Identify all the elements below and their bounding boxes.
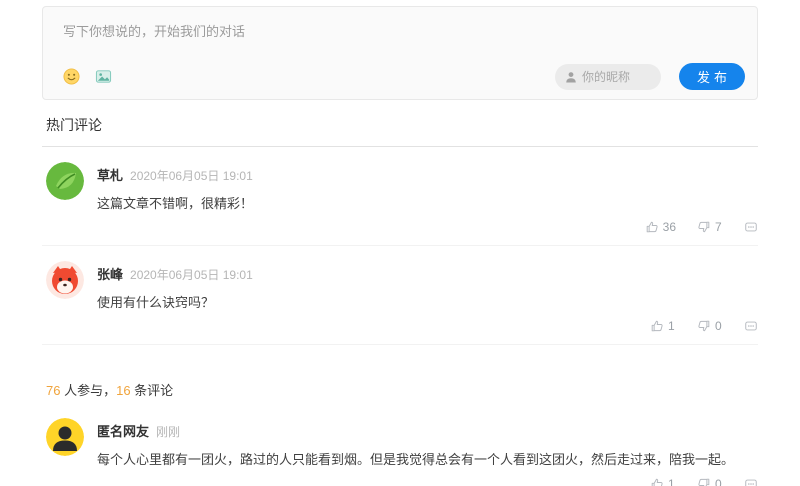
- comment-timestamp: 2020年06月05日 19:01: [130, 268, 253, 283]
- like-button[interactable]: 1: [650, 477, 676, 486]
- comment-timestamp: 2020年06月05日 19:01: [130, 169, 253, 183]
- editor-toolbar: 发布: [63, 63, 745, 90]
- comment-actions: 36 7: [97, 217, 758, 237]
- thumbs-down-icon: [698, 221, 710, 233]
- comment-timestamp: 刚刚: [156, 425, 181, 440]
- dislike-button[interactable]: 0: [697, 477, 723, 486]
- like-button[interactable]: 36: [645, 220, 676, 234]
- participants-count: 76: [46, 383, 61, 399]
- comment-item: 匿名网友 刚刚 每个人心里都有一团火，路过的人只能看到烟。但是我觉得总会有一个人…: [42, 403, 758, 486]
- dislike-count: 0: [715, 476, 722, 486]
- comments-count: 16: [116, 383, 131, 399]
- reply-button[interactable]: [744, 220, 758, 234]
- comment-text: 每个人心里都有一团火，路过的人只能看到烟。但是我觉得总会有一个人看到这团火，然后…: [97, 452, 735, 468]
- person-icon: [566, 71, 576, 82]
- dislike-count: 0: [715, 319, 722, 334]
- avatar-anonymous: [46, 418, 84, 457]
- image-icon[interactable]: [95, 68, 112, 85]
- comment-bubble-icon: [745, 321, 757, 331]
- comment-bubble-icon: [745, 479, 757, 486]
- comments-count-label: 条评论: [130, 383, 174, 399]
- hot-comments-title: 热门评论: [42, 115, 758, 147]
- comment-actions: 1 0: [97, 316, 758, 336]
- comment-input[interactable]: [63, 21, 739, 61]
- like-count: 1: [668, 319, 675, 334]
- comment-text: 使用有什么诀窍吗？: [97, 295, 215, 311]
- comment-actions: 1 0: [97, 474, 758, 486]
- thumbs-down-icon: [698, 478, 710, 486]
- reply-button[interactable]: [744, 477, 758, 486]
- thumbs-down-icon: [698, 321, 710, 332]
- nickname-field: [555, 63, 661, 90]
- comment-stats: 76 人参与，16 条评论: [46, 380, 758, 399]
- avatar-red-fox: [46, 261, 84, 300]
- dislike-button[interactable]: 0: [697, 319, 723, 333]
- emoji-smiley-icon[interactable]: [63, 68, 80, 85]
- comment-item: 张峰 2020年06月05日 19:01 使用有什么诀窍吗？ 1 0: [42, 246, 758, 346]
- comment-author: 张峰: [97, 267, 124, 283]
- dislike-button[interactable]: 7: [697, 220, 723, 234]
- comment-item: 草札 2020年06月05日 19:01 这篇文章不错啊，很精彩！ 36 7: [42, 147, 758, 247]
- thumbs-up-icon: [651, 478, 663, 486]
- comment-text: 这篇文章不错啊，很精彩！: [97, 196, 254, 211]
- comment-author: 匿名网友: [97, 424, 150, 440]
- avatar-green-leaf: [46, 162, 84, 200]
- comment-bubble-icon: [745, 222, 757, 232]
- like-count: 1: [668, 476, 675, 486]
- publish-button[interactable]: 发布: [679, 63, 745, 90]
- nickname-input[interactable]: [582, 69, 651, 84]
- comment-widget: 发布 热门评论 草札 2020年06月05日 19:01 这篇文章不错啊，很精彩…: [42, 0, 758, 486]
- like-button[interactable]: 1: [650, 319, 676, 333]
- comment-editor: 发布: [42, 6, 758, 100]
- like-count: 36: [662, 220, 676, 235]
- reply-button[interactable]: [744, 319, 758, 333]
- comment-body: 张峰 2020年06月05日 19:01 使用有什么诀窍吗？ 1 0: [97, 261, 758, 336]
- thumbs-up-icon: [651, 321, 663, 332]
- comment-author: 草札: [97, 168, 124, 183]
- comment-body: 匿名网友 刚刚 每个人心里都有一团火，路过的人只能看到烟。但是我觉得总会有一个人…: [97, 418, 758, 486]
- dislike-count: 7: [715, 220, 722, 235]
- thumbs-up-icon: [646, 221, 658, 233]
- participants-label: 人参与，: [60, 383, 117, 399]
- comment-body: 草札 2020年06月05日 19:01 这篇文章不错啊，很精彩！ 36 7: [97, 162, 758, 237]
